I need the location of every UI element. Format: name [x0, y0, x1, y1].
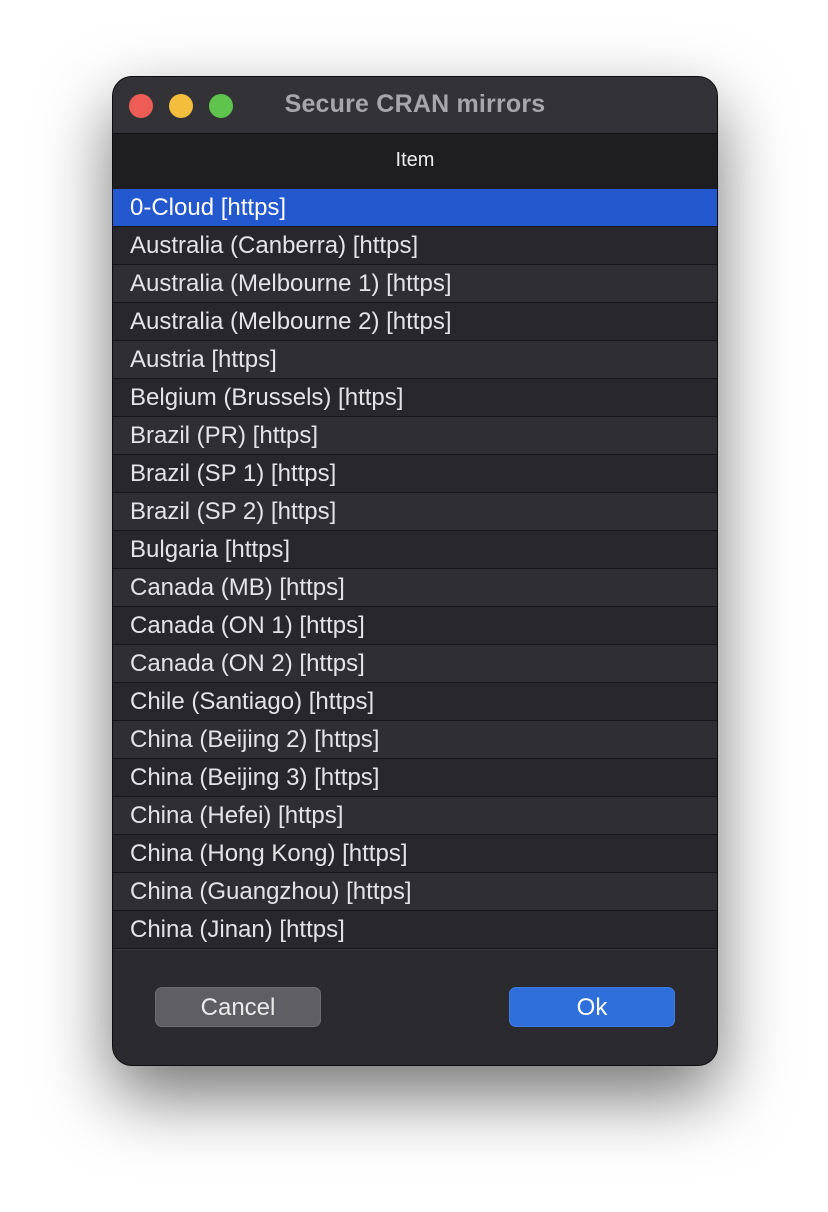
list-item[interactable]: Brazil (SP 2) [https]: [113, 493, 717, 531]
mirror-list[interactable]: 0-Cloud [https] Australia (Canberra) [htt…: [113, 189, 717, 949]
list-item[interactable]: China (Hong Kong) [https]: [113, 835, 717, 873]
list-item[interactable]: 0-Cloud [https]: [113, 189, 717, 227]
cancel-button[interactable]: Cancel: [155, 987, 321, 1027]
ok-button[interactable]: Ok: [509, 987, 675, 1027]
dialog-footer: Cancel Ok: [113, 949, 717, 1065]
dialog-window: Secure CRAN mirrors Item 0-Cloud [https]…: [112, 76, 718, 1066]
list-item[interactable]: China (Guangzhou) [https]: [113, 873, 717, 911]
list-item[interactable]: Bulgaria [https]: [113, 531, 717, 569]
list-item[interactable]: Australia (Canberra) [https]: [113, 227, 717, 265]
list-item[interactable]: Brazil (PR) [https]: [113, 417, 717, 455]
list-item[interactable]: Brazil (SP 1) [https]: [113, 455, 717, 493]
list-item[interactable]: Canada (ON 1) [https]: [113, 607, 717, 645]
list-item[interactable]: China (Hefei) [https]: [113, 797, 717, 835]
column-header-label: Item: [395, 149, 435, 171]
list-item[interactable]: China (Jinan) [https]: [113, 911, 717, 949]
list-item[interactable]: Canada (ON 2) [https]: [113, 645, 717, 683]
list-item[interactable]: China (Beijing 2) [https]: [113, 721, 717, 759]
window-title: Secure CRAN mirrors: [284, 90, 546, 118]
list-item[interactable]: China (Beijing 3) [https]: [113, 759, 717, 797]
list-item[interactable]: Chile (Santiago) [https]: [113, 683, 717, 721]
list-item[interactable]: Belgium (Brussels) [https]: [113, 379, 717, 417]
list-item[interactable]: Australia (Melbourne 2) [https]: [113, 303, 717, 341]
title-bar[interactable]: Secure CRAN mirrors: [113, 77, 717, 133]
list-item[interactable]: Australia (Melbourne 1) [https]: [113, 265, 717, 303]
list-item[interactable]: Canada (MB) [https]: [113, 569, 717, 607]
list-item[interactable]: Austria [https]: [113, 341, 717, 379]
column-header[interactable]: Item: [113, 133, 717, 190]
